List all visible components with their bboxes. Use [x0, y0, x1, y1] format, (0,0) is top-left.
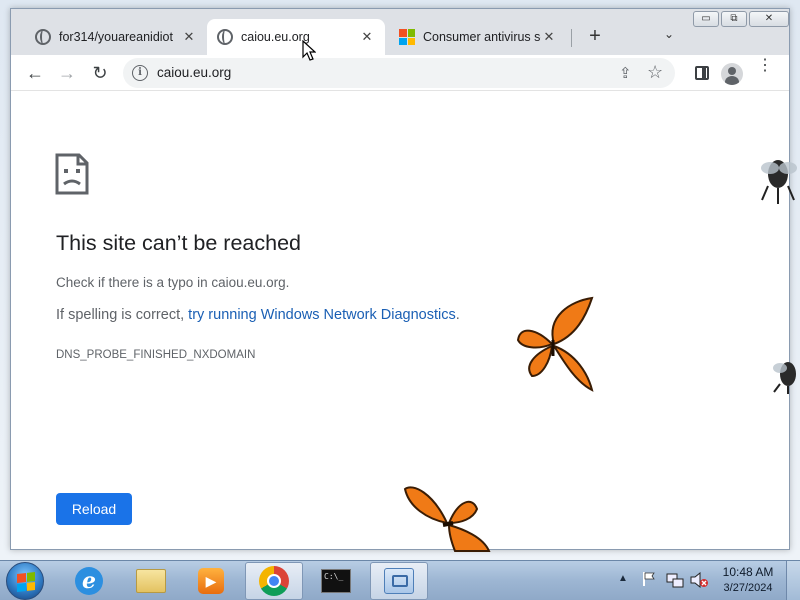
tab-caiou[interactable]: caiou.eu.org ✕ — [207, 19, 385, 55]
butterfly-icon — [516, 296, 594, 392]
error-diagnostics-hint: If spelling is correct, try running Wind… — [56, 307, 460, 323]
windows-logo-icon — [17, 572, 35, 592]
taskbar-control-panel[interactable] — [370, 562, 428, 600]
volume-muted-icon[interactable] — [690, 572, 708, 588]
taskbar-command-prompt[interactable]: C:\_ — [307, 562, 365, 600]
taskbar-media-player[interactable]: ▶ — [182, 562, 240, 600]
microsoft-logo-icon — [399, 29, 415, 45]
chrome-icon — [259, 566, 289, 596]
fly-icon — [773, 362, 796, 394]
taskbar: e ▶ C:\_ ▲ 10:48 AM 3/27/2024 — [0, 560, 800, 600]
profile-avatar-icon[interactable] — [721, 63, 743, 85]
tab-search-button[interactable]: ⌄ — [659, 27, 679, 47]
close-button[interactable]: ✕ — [749, 11, 789, 27]
error-title: This site can’t be reached — [56, 231, 301, 255]
diagnostics-suffix: . — [455, 307, 460, 323]
forward-button[interactable]: → — [55, 61, 79, 85]
folder-icon — [136, 569, 166, 593]
show-desktop-button[interactable] — [786, 561, 800, 600]
reload-icon-button[interactable]: ↻ — [88, 61, 112, 85]
reload-button[interactable]: Reload — [56, 493, 132, 525]
taskbar-google-chrome[interactable] — [245, 562, 303, 600]
tab-title: Consumer antivirus so — [423, 30, 541, 44]
globe-icon — [217, 29, 233, 45]
share-icon[interactable]: ⇪ — [619, 64, 632, 82]
browser-toolbar: ← → ↻ i caiou.eu.org ⇪ ☆ ⋮ — [11, 55, 789, 91]
tab-consumer-antivirus[interactable]: Consumer antivirus so ✕ — [389, 19, 567, 55]
fly-icon — [761, 160, 797, 204]
page-content: This site can’t be reached Check if ther… — [11, 91, 789, 552]
back-button[interactable]: ← — [23, 61, 47, 85]
restore-button[interactable]: ⧉ — [721, 11, 747, 27]
clock-date[interactable]: 3/27/2024 — [718, 582, 778, 594]
new-tab-button[interactable]: + — [583, 25, 607, 49]
side-panel-icon[interactable] — [695, 66, 709, 80]
tab-close-icon[interactable]: ✕ — [541, 29, 557, 45]
menu-kebab-icon[interactable]: ⋮ — [757, 58, 773, 74]
network-icon[interactable] — [666, 571, 684, 589]
tab-title: caiou.eu.org — [241, 30, 310, 44]
start-button[interactable] — [6, 562, 44, 600]
tab-youareanidiot[interactable]: for314/youareanidiot ✕ — [25, 19, 207, 55]
site-info-icon[interactable]: i — [132, 65, 148, 81]
network-diagnostics-link[interactable]: try running Windows Network Diagnostics — [188, 307, 456, 323]
url-text[interactable]: caiou.eu.org — [157, 65, 231, 80]
action-center-flag-icon[interactable] — [642, 571, 656, 587]
bookmark-star-icon[interactable]: ☆ — [647, 62, 663, 83]
tab-title: for314/youareanidiot — [59, 30, 173, 44]
tab-separator — [571, 29, 572, 47]
clock-time[interactable]: 10:48 AM — [718, 565, 778, 579]
chrome-window: for314/youareanidiot ✕ caiou.eu.org ✕ Co… — [10, 8, 790, 552]
taskbar-windows-explorer[interactable] — [122, 562, 180, 600]
butterfly-icon — [403, 486, 491, 552]
minimize-button[interactable]: ▭ — [693, 11, 719, 27]
mouse-cursor-icon — [302, 40, 316, 61]
address-bar[interactable]: i caiou.eu.org ⇪ ☆ — [123, 58, 675, 88]
command-prompt-icon: C:\_ — [321, 569, 351, 593]
control-panel-icon — [384, 568, 414, 594]
error-code: DNS_PROBE_FINISHED_NXDOMAIN — [56, 349, 256, 361]
globe-icon — [35, 29, 51, 45]
diagnostics-prefix: If spelling is correct, — [56, 307, 189, 323]
taskbar-internet-explorer[interactable]: e — [60, 562, 118, 600]
media-player-icon: ▶ — [198, 568, 224, 594]
show-hidden-icons-button[interactable]: ▲ — [618, 573, 628, 584]
internet-explorer-icon: e — [75, 567, 103, 595]
tab-strip: for314/youareanidiot ✕ caiou.eu.org ✕ Co… — [11, 9, 789, 57]
sad-document-icon — [55, 153, 89, 195]
window-controls: ▭ ⧉ ✕ — [693, 11, 789, 27]
tab-close-icon[interactable]: ✕ — [359, 29, 375, 45]
error-typo-hint: Check if there is a typo in caiou.eu.org… — [56, 275, 290, 290]
tab-close-icon[interactable]: ✕ — [181, 29, 197, 45]
